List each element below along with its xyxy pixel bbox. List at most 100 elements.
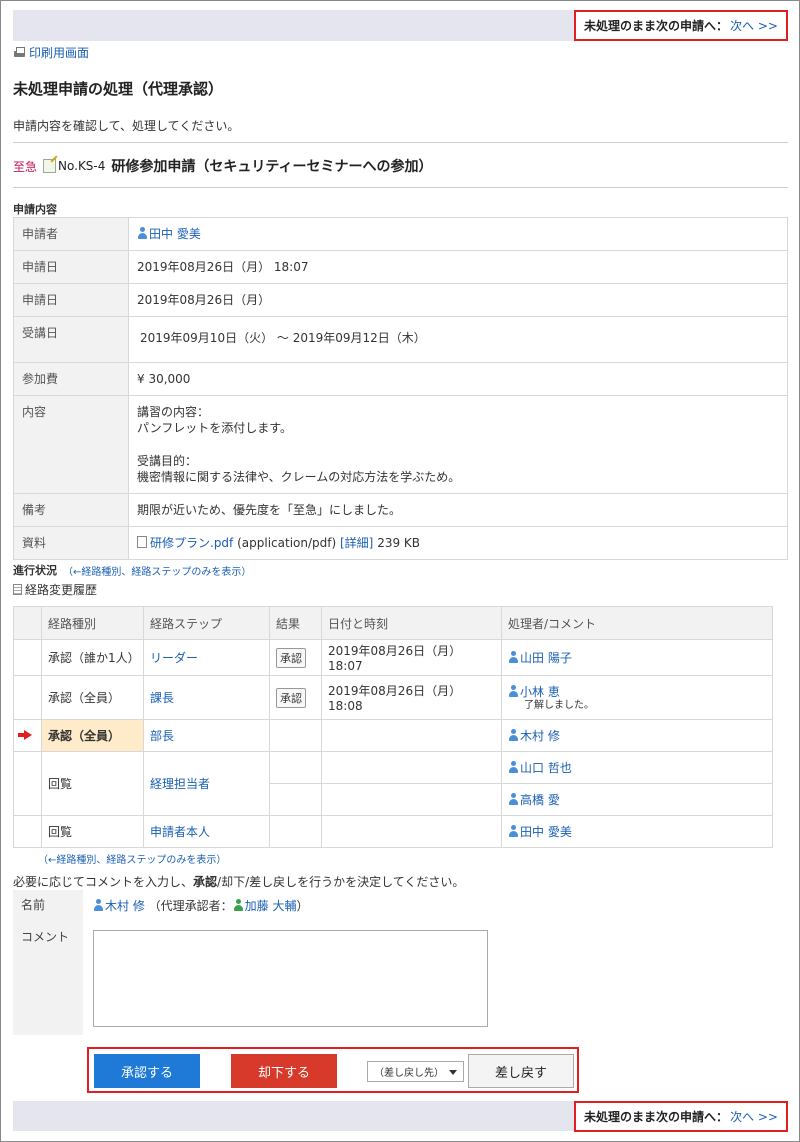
processor-cell: 田中 愛美 <box>501 815 773 848</box>
user-icon <box>508 729 519 741</box>
document-icon <box>13 584 22 595</box>
row-label: 申請日 <box>13 250 129 284</box>
table-row: 承認（全員） 課長 承認 2019年08月26日（月） 18:08 小林 恵了解… <box>13 675 773 720</box>
route-type: 回覧 <box>41 751 144 816</box>
marker-cell <box>13 639 42 676</box>
processor-cell: 木村 修 <box>501 719 773 752</box>
row-label: 内容 <box>13 395 129 494</box>
proxy-approver-link[interactable]: 加藤 大輔 <box>245 899 297 913</box>
content-line: 機密情報に関する法律や、クレームの対応方法を学ぶため。 <box>137 470 461 484</box>
route-toggle-link[interactable]: （←経路種別、経路ステップのみを表示） <box>63 563 251 578</box>
processor-link[interactable]: 山田 陽子 <box>520 651 572 665</box>
route-step-link[interactable]: 課長 <box>150 691 174 705</box>
table-row: 参加費 ¥ 30,000 <box>13 362 788 396</box>
table-row: 内容 講習の内容： パンフレットを添付します。 受講目的： 機密情報に関する法律… <box>13 395 788 494</box>
user-icon <box>233 899 244 911</box>
result-cell <box>269 783 322 816</box>
attachment-link[interactable]: 研修プラン.pdf <box>150 536 233 550</box>
route-step-link[interactable]: 申請者本人 <box>150 825 210 839</box>
table-row: 回覧 経理担当者 山口 哲也 <box>13 751 773 816</box>
datetime-cell <box>321 751 502 784</box>
next-link[interactable]: 次へ >> <box>730 17 778 34</box>
route-history-link[interactable]: 経路変更履歴 <box>25 581 97 598</box>
application-name: 研修参加申請（セキュリティーセミナーへの参加） <box>111 159 433 175</box>
attachment-size: 239 KB <box>377 536 421 550</box>
result-cell <box>269 815 322 848</box>
table-row: 備考 期限が近いため、優先度を「至急」にしました。 <box>13 493 788 527</box>
column-header: 日付と時刻 <box>321 606 502 640</box>
processor-link[interactable]: 高橋 愛 <box>520 793 560 807</box>
next-application-box: 未処理のまま次の申請へ： 次へ >> <box>574 1101 788 1132</box>
content-line: パンフレットを添付します。 <box>137 421 293 435</box>
row-label: 備考 <box>13 493 129 527</box>
user-icon <box>137 227 148 239</box>
next-link[interactable]: 次へ >> <box>730 1108 778 1125</box>
proxy-prefix: （代理承認者： <box>148 899 233 913</box>
processor-cell: 山田 陽子 <box>501 639 773 676</box>
comment-input[interactable] <box>93 930 488 1027</box>
processor-link[interactable]: 木村 修 <box>520 729 560 743</box>
table-row: 申請日 2019年08月26日（月） 18:07 <box>13 250 788 284</box>
processor-cell: 高橋 愛 <box>501 783 773 816</box>
row-label: 資料 <box>13 526 129 560</box>
printer-icon <box>13 46 26 59</box>
sendback-target-select[interactable]: （差し戻し先） <box>367 1061 464 1082</box>
processor-link[interactable]: 山口 哲也 <box>520 761 572 775</box>
datetime-cell: 2019年08月26日（月） 18:07 <box>321 639 502 676</box>
progress-label: 進行状況 <box>13 564 57 577</box>
divider <box>13 142 788 143</box>
row-value: 2019年08月26日（月） 18:07 <box>128 250 788 284</box>
name-label: 名前 <box>13 890 83 922</box>
next-application-box: 未処理のまま次の申請へ： 次へ >> <box>574 10 788 41</box>
processor-link[interactable]: 小林 恵 <box>520 685 560 699</box>
table-row: 申請者 田中 愛美 <box>13 217 788 251</box>
row-label: 参加費 <box>13 362 129 396</box>
processor-link[interactable]: 田中 愛美 <box>520 825 572 839</box>
datetime-cell <box>321 783 502 816</box>
approve-button[interactable]: 承認する <box>94 1054 200 1088</box>
next-label: 未処理のまま次の申請へ： <box>584 19 729 33</box>
route-type: 承認（全員） <box>41 675 144 720</box>
approver-link[interactable]: 木村 修 <box>105 899 145 913</box>
user-icon <box>508 685 519 697</box>
route-step-link[interactable]: 経理担当者 <box>150 777 210 791</box>
details-section-label: 申請内容 <box>13 203 57 216</box>
sendback-button[interactable]: 差し戻す <box>468 1054 574 1088</box>
form-instruction: 必要に応じてコメントを入力し、承認/却下/差し戻しを行うかを決定してください。 <box>13 875 465 889</box>
table-row: 受講日 2019年09月10日（火） ～ 2019年09月12日（木） <box>13 316 788 363</box>
route-step-link[interactable]: 部長 <box>150 729 174 743</box>
table-row: 申請日 2019年08月26日（月） <box>13 283 788 317</box>
file-icon <box>137 536 147 548</box>
progress-header: 進行状況 （←経路種別、経路ステップのみを表示） <box>13 562 251 578</box>
bottom-nav-bar: 未処理のまま次の申請へ： 次へ >> <box>13 1101 788 1132</box>
row-label: 受講日 <box>13 316 129 363</box>
route-history[interactable]: 経路変更履歴 <box>13 581 97 598</box>
route-step-link[interactable]: リーダー <box>150 651 198 665</box>
route-type: 回覧 <box>41 815 144 848</box>
route-toggle-link-bottom[interactable]: （←経路種別、経路ステップのみを表示） <box>38 851 226 866</box>
reject-button[interactable]: 却下する <box>231 1054 337 1088</box>
current-step-arrow-icon <box>18 729 32 740</box>
applicant-link[interactable]: 田中 愛美 <box>149 227 201 241</box>
action-bar: 承認する 却下する （差し戻し先） 差し戻す <box>87 1047 579 1093</box>
datetime-cell: 2019年08月26日（月） 18:08 <box>321 675 502 720</box>
application-title: 至急 No.KS-4 研修参加申請（セキュリティーセミナーへの参加） <box>13 156 433 176</box>
print-link[interactable]: 印刷用画面 <box>29 44 89 61</box>
next-label: 未処理のまま次の申請へ： <box>584 1110 729 1124</box>
attachment-detail-link[interactable]: [詳細] <box>340 536 373 550</box>
row-label: 申請日 <box>13 283 129 317</box>
row-value: ¥ 30,000 <box>128 362 788 396</box>
name-value: 木村 修 （代理承認者： 加藤 大輔） <box>93 897 309 914</box>
processor-cell: 山口 哲也 <box>501 751 773 784</box>
route-step: 申請者本人 <box>143 815 270 848</box>
result-badge: 承認 <box>276 647 306 668</box>
processor-cell: 小林 恵了解しました。 <box>501 675 773 720</box>
row-value: 期限が近いため、優先度を「至急」にしました。 <box>128 493 788 527</box>
route-step: リーダー <box>143 639 270 676</box>
row-value: 2019年09月10日（火） ～ 2019年09月12日（木） <box>128 316 788 363</box>
print-view[interactable]: 印刷用画面 <box>13 44 89 61</box>
result-cell <box>269 751 322 784</box>
top-nav-bar: 未処理のまま次の申請へ： 次へ >> <box>13 10 788 41</box>
table-row: 回覧 申請者本人 田中 愛美 <box>13 815 773 848</box>
memo-icon <box>43 159 57 173</box>
